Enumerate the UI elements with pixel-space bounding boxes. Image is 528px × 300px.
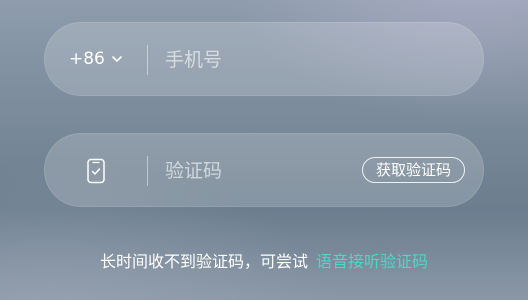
get-code-button[interactable]: 获取验证码 (361, 157, 465, 183)
phone-number-input[interactable] (163, 23, 457, 97)
hint-text: 长时间收不到验证码，可尝试 (99, 252, 308, 271)
field-divider (147, 45, 148, 75)
verification-code-input[interactable] (163, 134, 347, 208)
phone-check-icon (87, 158, 105, 184)
country-code-selector[interactable]: +86 (69, 23, 123, 95)
voice-code-link[interactable]: 语音接听验证码 (316, 252, 428, 271)
chevron-down-icon (112, 56, 122, 62)
code-hint: 长时间收不到验证码，可尝试 语音接听验证码 (0, 248, 528, 272)
phone-field: +86 (44, 22, 484, 97)
code-field: 获取验证码 (44, 133, 484, 208)
field-divider (147, 156, 148, 186)
country-code-label: +86 (69, 49, 105, 69)
